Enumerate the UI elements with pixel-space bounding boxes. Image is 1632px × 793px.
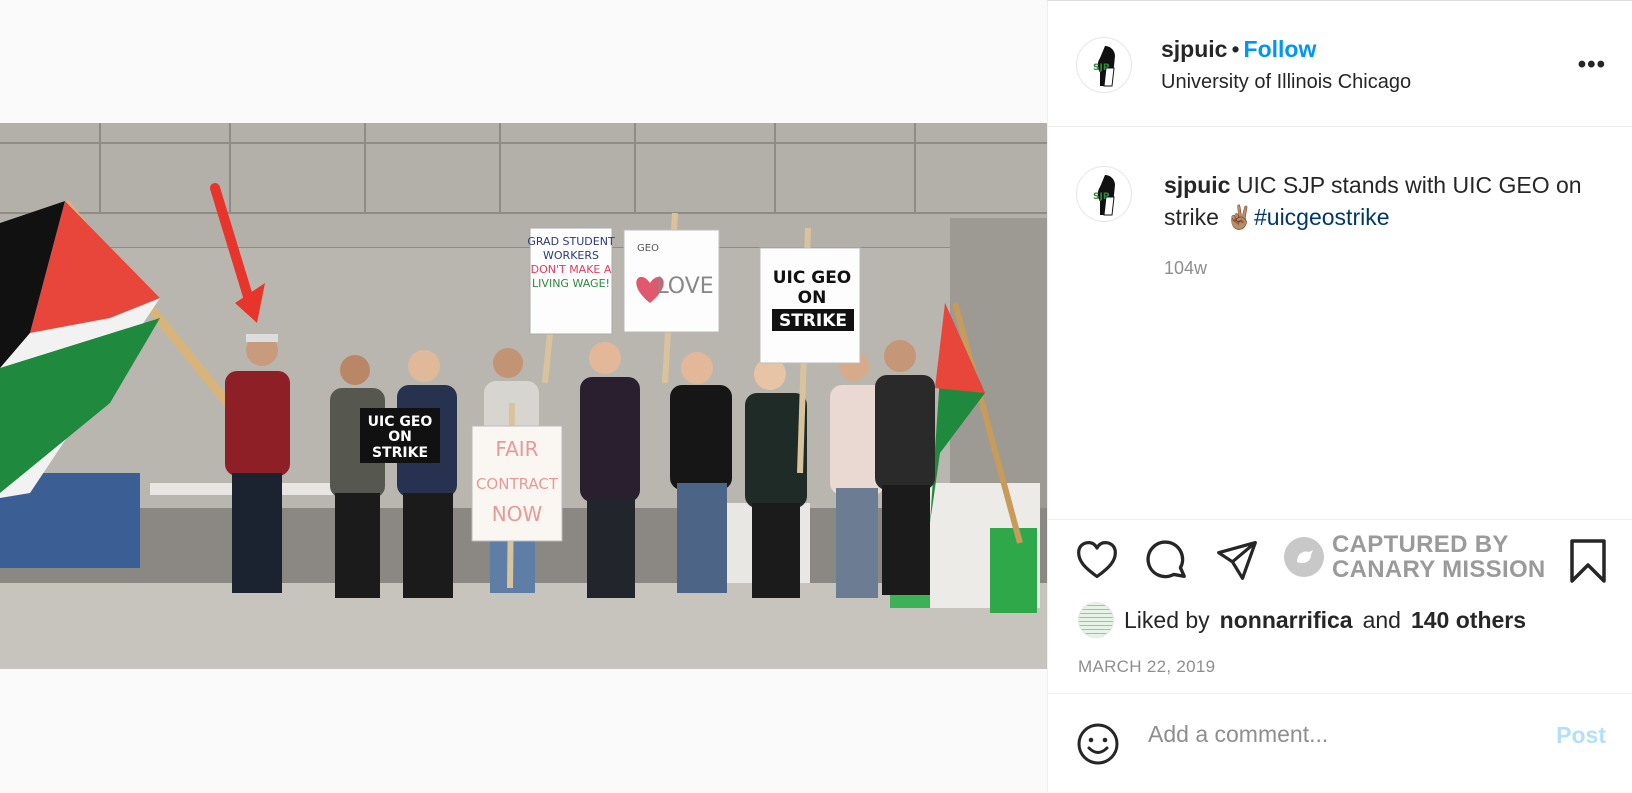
sign-grad-line4: LIVING WAGE! — [532, 277, 610, 290]
liker-avatar[interactable] — [1078, 602, 1114, 638]
liked-by-username[interactable]: nonnarrifica — [1220, 607, 1353, 634]
like-heart-icon[interactable] — [1074, 538, 1120, 582]
share-paper-plane-icon[interactable] — [1214, 538, 1260, 582]
post-photo[interactable]: GRAD STUDENT WORKERS DON'T MAKE A LIVING… — [0, 123, 1047, 669]
location-link[interactable]: University of Illinois Chicago — [1161, 71, 1411, 94]
sjp-logo-icon: SJP — [1093, 46, 1115, 87]
comment-bubble-icon[interactable] — [1144, 538, 1190, 584]
post-age[interactable]: 104w — [1164, 258, 1207, 279]
likes-and: and — [1362, 606, 1401, 633]
more-options-icon[interactable]: ••• — [1578, 53, 1606, 77]
sjp-logo-icon: SJP — [1093, 175, 1115, 216]
sign-strike-left: STRIKE — [372, 445, 428, 461]
canary-bird-icon — [1284, 537, 1324, 577]
sign-geo-small: GEO — [637, 243, 659, 254]
avatar-text: SJP — [1093, 63, 1110, 73]
comment-box: Post — [1048, 693, 1632, 793]
likes-row: Liked by nonnarrifica and 140 others — [1078, 602, 1526, 638]
author-avatar[interactable]: SJP — [1076, 37, 1132, 93]
sign-love: LOVE — [656, 274, 713, 299]
header-username[interactable]: sjpuic — [1161, 36, 1227, 62]
save-bookmark-icon[interactable] — [1568, 538, 1608, 584]
sign-contract: CONTRACT — [476, 475, 559, 493]
caption-username[interactable]: sjpuic — [1164, 172, 1230, 198]
add-comment-input[interactable] — [1146, 720, 1510, 749]
sign-grad-line2: WORKERS — [543, 249, 599, 262]
caption-avatar-text: SJP — [1093, 192, 1110, 202]
follow-button[interactable]: Follow — [1244, 36, 1317, 62]
hashtag-link[interactable]: #uicgeostrike — [1254, 204, 1390, 230]
sign-on-right: ON — [798, 288, 827, 308]
canary-line-2: CANARY MISSION — [1332, 556, 1546, 583]
sign-uic-geo-left: UIC GEO — [368, 414, 433, 430]
caption-avatar[interactable]: SJP — [1076, 166, 1132, 222]
sign-strike-right: STRIKE — [779, 311, 847, 331]
post-side-panel: SJP sjpuic • Follow University of Illinois… — [1047, 0, 1632, 792]
post-actions: CAPTURED BY CANARY MISSION Liked by nonn… — [1048, 519, 1632, 677]
header-separator: • — [1231, 36, 1240, 62]
likes-others-link[interactable]: 140 others — [1411, 607, 1526, 634]
post-caption: sjpuic UIC SJP stands with UIC GEO on st… — [1164, 169, 1594, 233]
post-date[interactable]: MARCH 22, 2019 — [1078, 657, 1215, 677]
post-comment-button[interactable]: Post — [1556, 722, 1606, 749]
header-user-row: sjpuic • Follow — [1161, 35, 1316, 63]
emoji-smiley-icon[interactable] — [1076, 722, 1120, 766]
post-media: GRAD STUDENT WORKERS DON'T MAKE A LIVING… — [0, 0, 1047, 792]
sign-fair: FAIR — [495, 437, 538, 461]
post-header: SJP sjpuic • Follow University of Illinois… — [1048, 1, 1632, 127]
sign-grad-line1: GRAD STUDENT — [527, 235, 615, 248]
sign-on-left: ON — [388, 429, 412, 445]
canary-line-1: CAPTURED BY — [1332, 531, 1509, 558]
sign-grad-line3: DON'T MAKE A — [531, 263, 612, 276]
sign-uic-geo-right: UIC GEO — [773, 268, 852, 288]
sign-now: NOW — [492, 502, 543, 526]
canary-mission-badge: CAPTURED BY CANARY MISSION — [1284, 532, 1546, 582]
likes-prefix: Liked by — [1124, 606, 1210, 633]
